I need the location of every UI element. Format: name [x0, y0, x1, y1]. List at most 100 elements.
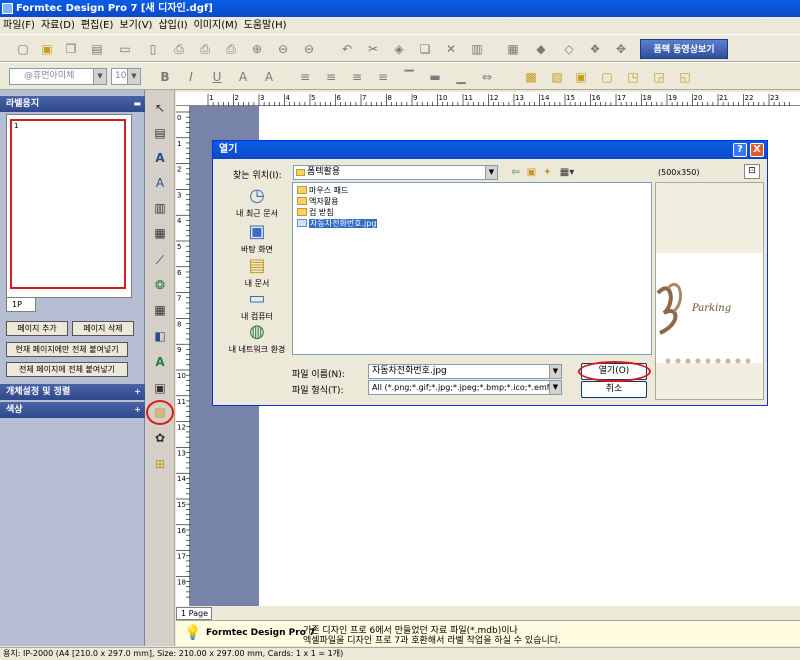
menu-insert[interactable]: 삽입(I) — [155, 17, 190, 34]
mirror-h-icon[interactable]: ✥ — [612, 40, 630, 58]
list-item[interactable]: 액자활용 — [297, 196, 338, 207]
group-icon[interactable]: ▩ — [522, 68, 540, 86]
label-paper-header[interactable]: 라벨용지 ▬ — [0, 96, 145, 112]
gradient-icon[interactable]: ◧ — [152, 328, 168, 344]
print-sample-icon[interactable]: ⎙ — [170, 40, 188, 58]
bring-front-icon[interactable]: ▣ — [572, 68, 590, 86]
menu-image[interactable]: 이미지(M) — [191, 17, 241, 34]
look-in-select[interactable]: 폼텍활용 ▼ — [293, 165, 498, 180]
zoom-fit-icon[interactable]: ⊖ — [300, 40, 318, 58]
valign-mid-icon[interactable]: ▬ — [426, 68, 444, 86]
menu-edit[interactable]: 편집(E) — [78, 17, 117, 34]
preview-toggle-icon[interactable]: ⊡ — [744, 164, 760, 179]
new-doc-icon[interactable]: ▢ — [14, 40, 32, 58]
backward-icon[interactable]: ◲ — [650, 68, 668, 86]
copy-icon[interactable]: ❏ — [416, 40, 434, 58]
object-settings-header[interactable]: 개체설정 및 정렬 + — [0, 384, 145, 400]
new-folder-icon[interactable]: ✦ — [541, 166, 554, 179]
add-page-button[interactable]: 페이지 추가 — [6, 321, 68, 336]
text-icon[interactable]: A — [152, 150, 168, 166]
close-icon[interactable]: X — [750, 143, 764, 157]
delete-page-button[interactable]: 페이지 삭제 — [72, 321, 134, 336]
save-icon[interactable]: ▤ — [88, 40, 106, 58]
window-title-bar[interactable]: Formtec Design Pro 7 [새 디자인.dgf] — [0, 0, 800, 17]
chevron-down-icon[interactable]: ▼ — [549, 365, 561, 378]
valign-bottom-icon[interactable]: ▁ — [452, 68, 470, 86]
copy-doc-icon[interactable]: ❐ — [62, 40, 80, 58]
up-folder-icon[interactable]: ▣ — [525, 166, 538, 179]
table-grid-icon[interactable]: ▤ — [152, 125, 168, 141]
collapse-icon[interactable]: ▬ — [133, 99, 141, 109]
italic-icon[interactable]: I — [182, 68, 200, 86]
table-icon[interactable]: ▦ — [152, 302, 168, 318]
barcode-icon[interactable]: ▥ — [152, 200, 168, 216]
window-icon[interactable]: ▭ — [116, 40, 134, 58]
page-tab-1p[interactable]: 1P — [6, 298, 36, 312]
font-bg-icon[interactable]: A — [260, 68, 278, 86]
file-name-input[interactable]: 자동차전화번호.jpg ▼ — [368, 364, 562, 379]
page-thumbnail[interactable]: 1 — [10, 119, 126, 289]
expand-icon[interactable]: + — [134, 405, 141, 415]
place-my-computer[interactable]: ▭ 내 컴퓨터 — [227, 288, 287, 322]
barcode2-icon[interactable]: ▦ — [152, 225, 168, 241]
menu-data[interactable]: 자료(D) — [38, 17, 78, 34]
text-spacing-icon[interactable]: ⇔ — [478, 68, 496, 86]
open-folder-icon[interactable]: ▣ — [38, 40, 56, 58]
chevron-down-icon[interactable]: ▼ — [549, 381, 561, 394]
font-name-select[interactable]: @휴먼아미체 ▼ — [9, 68, 107, 85]
ungroup-icon[interactable]: ▧ — [548, 68, 566, 86]
cut-icon[interactable]: ✂ — [364, 40, 382, 58]
delete-icon[interactable]: ✕ — [442, 40, 460, 58]
help-icon[interactable]: ? — [733, 143, 747, 157]
font-size-select[interactable]: 10 ▼ — [111, 68, 141, 85]
rotate-icon[interactable]: ◆ — [532, 40, 550, 58]
pointer-icon[interactable]: ↖ — [152, 100, 168, 116]
menu-help[interactable]: 도움말(H) — [241, 17, 290, 34]
menu-file[interactable]: 파일(F) — [0, 17, 38, 34]
list-item-selected[interactable]: 자동차전화번호.jpg — [297, 218, 378, 229]
canvas-page-tab[interactable]: 1 Page — [176, 607, 212, 620]
list-item[interactable]: 컵 받침 — [297, 207, 334, 218]
color-header[interactable]: 색상 + — [0, 402, 145, 418]
dialog-title-bar[interactable]: 열기 ? X — [213, 141, 767, 159]
shapes-icon[interactable]: ❂ — [152, 277, 168, 293]
expand-icon[interactable]: + — [134, 387, 141, 397]
place-network[interactable]: ◍ 내 네트워크 환경 — [224, 321, 290, 355]
align-center-icon[interactable]: ≡ — [322, 68, 340, 86]
zoom-out-icon[interactable]: ⊖ — [274, 40, 292, 58]
database-icon[interactable]: ⊞ — [152, 456, 168, 472]
flip-icon[interactable]: ◇ — [560, 40, 578, 58]
paste-icon[interactable]: ◈ — [390, 40, 408, 58]
zoom-in-icon[interactable]: ⊕ — [248, 40, 266, 58]
view-menu-icon[interactable]: ▦▾ — [557, 166, 577, 179]
back-icon[interactable]: ⇦ — [509, 166, 522, 179]
place-my-documents[interactable]: ▤ 내 문서 — [227, 255, 287, 289]
underline-icon[interactable]: U — [208, 68, 226, 86]
video-guide-button[interactable]: 폼텍 동영상보기 — [640, 39, 728, 59]
print-preview-icon[interactable]: ⎙ — [222, 40, 240, 58]
menu-view[interactable]: 보기(V) — [116, 17, 155, 34]
lock-icon[interactable]: ◱ — [676, 68, 694, 86]
select-all-icon[interactable]: ▥ — [468, 40, 486, 58]
font-color-icon[interactable]: A — [234, 68, 252, 86]
wordart-icon[interactable]: A — [152, 354, 168, 370]
align-justify-icon[interactable]: ≡ — [374, 68, 392, 86]
bold-icon[interactable]: B — [156, 68, 174, 86]
place-recent[interactable]: ◷ 내 최근 문서 — [227, 185, 287, 219]
page-icon[interactable]: ▯ — [144, 40, 162, 58]
image-tool-icon[interactable]: ▦ — [504, 40, 522, 58]
text-frame-icon[interactable]: A — [152, 175, 168, 191]
file-type-select[interactable]: All (*.png;*.gif;*.jpg;*.jpeg;*.bmp;*.ic… — [368, 380, 562, 395]
file-list[interactable]: 마우스 패드 액자활용 컵 받침 자동차전화번호.jpg — [292, 182, 652, 355]
line-icon[interactable]: ⟋ — [152, 252, 168, 268]
paste-current-page-button[interactable]: 현재 페이지에만 전체 붙여넣기 — [6, 342, 128, 357]
printer-icon[interactable]: ⎙ — [196, 40, 214, 58]
mirror-v-icon[interactable]: ❖ — [586, 40, 604, 58]
paste-all-pages-button[interactable]: 전체 페이지에 전체 붙여넣기 — [6, 362, 128, 377]
forward-icon[interactable]: ◳ — [624, 68, 642, 86]
list-item[interactable]: 마우스 패드 — [297, 185, 348, 196]
undo-icon[interactable]: ↶ — [338, 40, 356, 58]
valign-top-icon[interactable]: ▔ — [400, 68, 418, 86]
cancel-button[interactable]: 취소 — [581, 381, 647, 398]
align-right-icon[interactable]: ≡ — [348, 68, 366, 86]
